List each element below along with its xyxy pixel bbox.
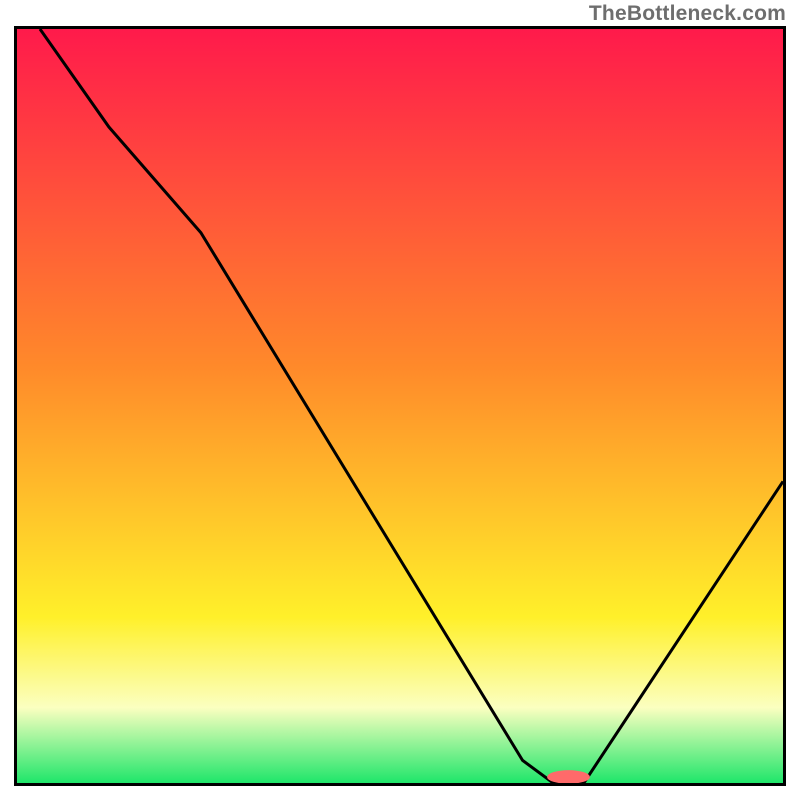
bottleneck-curve-chart xyxy=(17,29,783,783)
attribution-text: TheBottleneck.com xyxy=(589,2,786,26)
gradient-background xyxy=(17,29,783,783)
plot-frame xyxy=(14,26,786,786)
